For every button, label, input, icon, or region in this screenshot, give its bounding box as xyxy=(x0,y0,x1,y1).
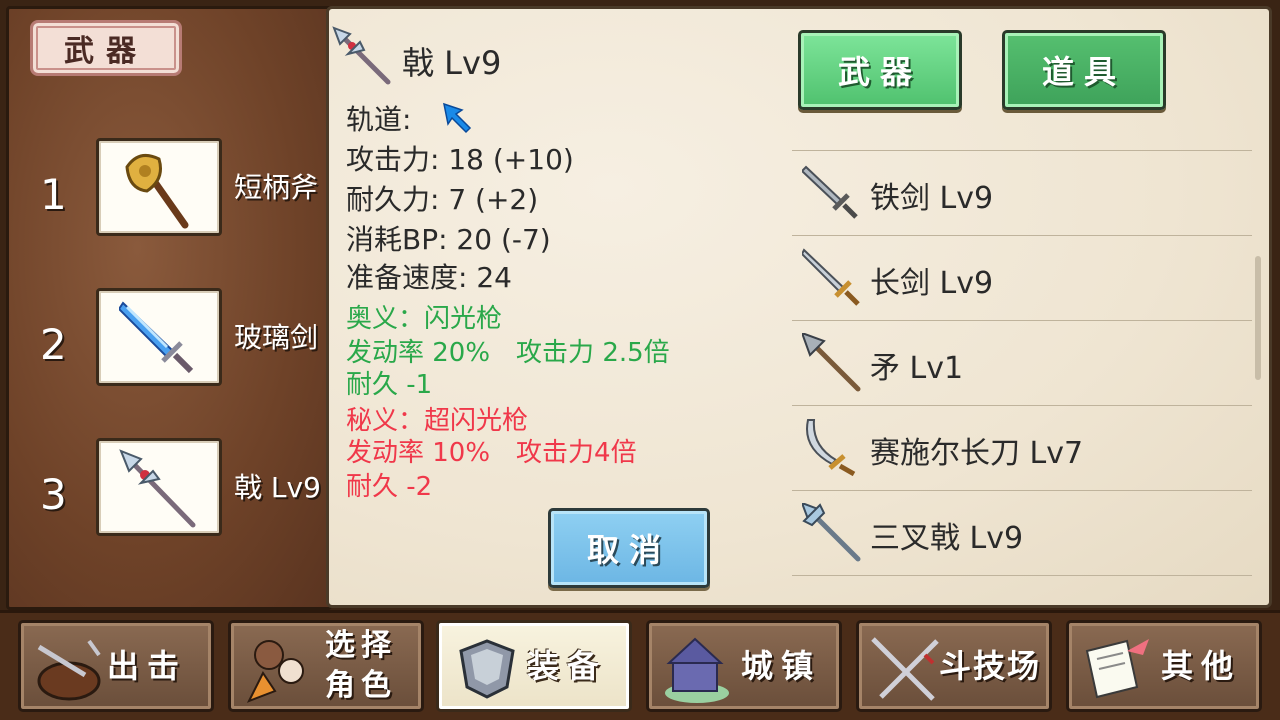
hidden-art-durability: 耐久 -2 xyxy=(346,472,433,502)
secret-art-durability: 耐久 -1 xyxy=(346,370,433,400)
halberd-icon xyxy=(119,449,196,528)
hidden-art-rate: 发动率 10% 攻击力4倍 xyxy=(346,438,637,468)
list-item[interactable]: 矛 Lv1 xyxy=(792,320,1252,404)
bp-cost-stat: 消耗BP: 20 (-7) xyxy=(346,223,551,256)
nav-sortie-button[interactable]: 出击 xyxy=(18,620,214,712)
glass-sword-icon xyxy=(119,301,194,374)
tab-items[interactable]: 道具 xyxy=(1002,30,1166,110)
prep-speed-stat: 准备速度: 24 xyxy=(346,261,512,294)
nav-other-button[interactable]: 其他 xyxy=(1066,620,1262,712)
list-item[interactable]: 长剑 Lv9 xyxy=(792,235,1252,319)
slot-3-name: 戟 Lv9 xyxy=(234,471,321,504)
sortie-icon xyxy=(37,639,101,701)
slot-1-name: 短柄斧 xyxy=(234,171,319,204)
spear-icon xyxy=(802,333,861,392)
section-tag: 武器 xyxy=(30,20,182,76)
long-sword-icon xyxy=(802,248,860,306)
nav-arena-button[interactable]: 斗技场 xyxy=(856,620,1052,712)
nav-town-button[interactable]: 城镇 xyxy=(646,620,842,712)
nav-label: 斗技场 xyxy=(939,647,1042,685)
durability-stat: 耐久力: 7 (+2) xyxy=(346,183,539,216)
orbit-label: 轨道: xyxy=(346,103,412,136)
nav-label: 装备 xyxy=(527,647,608,685)
list-item-label: 铁剑 Lv9 xyxy=(870,181,994,216)
slot-2-button[interactable] xyxy=(96,288,222,386)
list-item[interactable]: 铁剑 Lv9 xyxy=(792,150,1252,234)
secret-art-name: 奥义：闪光枪 xyxy=(346,304,503,334)
halberd-icon xyxy=(332,26,391,85)
slot-1-button[interactable] xyxy=(96,138,222,236)
arena-icon xyxy=(871,637,939,701)
list-item-label: 矛 Lv1 xyxy=(870,351,964,386)
slot-number: 2 xyxy=(40,320,67,369)
list-item[interactable]: 三叉戟 Lv9 xyxy=(792,490,1252,574)
town-icon xyxy=(665,637,729,703)
list-scrollbar[interactable] xyxy=(1255,256,1261,380)
slot-2-name: 玻璃剑 xyxy=(234,321,319,354)
nav-label: 出击 xyxy=(107,647,188,685)
nav-label: 城镇 xyxy=(741,647,822,685)
nav-character-button[interactable]: 选择 角色 xyxy=(228,620,424,712)
scimitar-icon xyxy=(806,419,856,477)
orbit-arrow-icon xyxy=(443,102,472,134)
nav-equipment-button[interactable]: 装备 xyxy=(436,620,632,712)
iron-sword-icon xyxy=(802,165,858,219)
list-divider xyxy=(792,575,1252,605)
axe-icon xyxy=(125,153,189,229)
attack-stat: 攻击力: 18 (+10) xyxy=(346,143,574,176)
list-item-label: 长剑 Lv9 xyxy=(870,266,994,301)
list-item[interactable]: 赛施尔长刀 Lv7 xyxy=(792,405,1252,489)
tab-weapons[interactable]: 武器 xyxy=(798,30,962,110)
list-item-label: 三叉戟 Lv9 xyxy=(870,521,1024,556)
scroll-icon xyxy=(1085,639,1149,699)
slot-number: 3 xyxy=(40,470,67,519)
character-icon xyxy=(246,640,304,703)
cancel-button[interactable]: 取消 xyxy=(548,508,710,588)
nav-label: 其他 xyxy=(1161,647,1242,685)
list-item-label: 赛施尔长刀 Lv7 xyxy=(870,436,1084,471)
weapon-detail-title: 戟 Lv9 xyxy=(402,44,502,82)
slot-number: 1 xyxy=(40,170,67,219)
slot-3-button[interactable] xyxy=(96,438,222,536)
armor-icon xyxy=(459,639,515,699)
nav-label: 选择 角色 xyxy=(325,628,397,703)
trident-icon xyxy=(802,503,861,562)
